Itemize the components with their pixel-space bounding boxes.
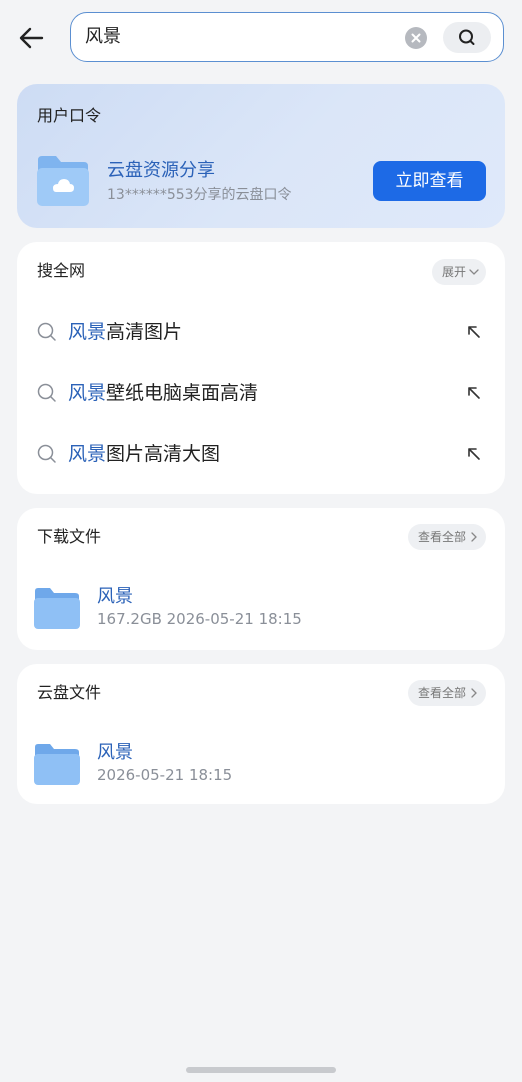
search-icon: [37, 383, 56, 402]
search-button[interactable]: [443, 22, 491, 53]
view-all-label: 查看全部: [417, 530, 466, 544]
file-meta: 167.2GB 2026-05-21 18:15: [97, 610, 302, 628]
cloud-folder-icon: [35, 154, 91, 212]
suggestion-rest: 高清图片: [106, 321, 183, 343]
search-query-text[interactable]: 风景: [85, 25, 121, 49]
file-meta: 2026-05-21 18:15: [97, 766, 233, 784]
suggestion-text: 风景高清图片: [68, 320, 182, 344]
file-name: 风景: [97, 586, 133, 607]
search-input[interactable]: 风景: [70, 12, 504, 62]
expand-button[interactable]: 展开: [431, 259, 486, 285]
chevron-right-icon: [471, 688, 477, 698]
expand-label: 展开: [441, 265, 466, 279]
file-row[interactable]: 风景 167.2GB 2026-05-21 18:15: [17, 578, 505, 650]
file-row[interactable]: 风景 2026-05-21 18:15: [17, 734, 505, 806]
download-files-card: 下载文件 查看全部 风景 167.2GB 2026-05-21 18:15: [17, 508, 505, 650]
chevron-down-icon: [469, 269, 479, 275]
suggestion-highlight: 风景: [68, 443, 107, 465]
share-code-card[interactable]: 用户口令 云盘资源分享 13******553分享的云盘口令 立即查看: [17, 84, 505, 228]
web-search-card: 搜全网 展开 风景高清图片 风景壁纸电脑桌面高清 风景图片高清大图: [17, 242, 505, 494]
search-icon: [37, 322, 56, 341]
share-card-title: 用户口令: [37, 106, 102, 125]
arrow-up-left-icon[interactable]: [466, 385, 482, 401]
search-icon: [459, 29, 475, 45]
cloud-files-title: 云盘文件: [37, 683, 102, 702]
chevron-right-icon: [471, 532, 477, 542]
suggestion-rest: 壁纸电脑桌面高清: [106, 382, 259, 404]
suggestion-item[interactable]: 风景图片高清大图: [17, 426, 505, 482]
arrow-up-left-icon[interactable]: [466, 446, 482, 462]
home-indicator[interactable]: [186, 1067, 336, 1073]
suggestion-text: 风景壁纸电脑桌面高清: [68, 381, 258, 405]
suggestion-highlight: 风景: [68, 321, 107, 343]
web-search-title: 搜全网: [37, 261, 86, 280]
search-icon: [37, 444, 56, 463]
arrow-up-left-icon[interactable]: [466, 324, 482, 340]
cloud-files-card: 云盘文件 查看全部 风景 2026-05-21 18:15: [17, 664, 505, 804]
suggestion-text: 风景图片高清大图: [68, 442, 220, 466]
folder-icon: [34, 588, 80, 629]
file-name: 风景: [97, 742, 133, 763]
suggestion-item[interactable]: 风景高清图片: [17, 304, 505, 360]
share-subtitle: 13******553分享的云盘口令: [107, 187, 292, 203]
top-bar: 风景: [0, 0, 522, 76]
folder-icon: [34, 744, 80, 785]
clear-icon[interactable]: [405, 27, 427, 49]
share-resource-name: 云盘资源分享: [107, 160, 215, 181]
view-all-label: 查看全部: [417, 686, 466, 700]
view-now-button[interactable]: 立即查看: [373, 161, 486, 201]
back-arrow-icon[interactable]: [14, 20, 50, 56]
download-files-title: 下载文件: [37, 527, 102, 546]
view-all-button[interactable]: 查看全部: [407, 524, 486, 550]
suggestion-highlight: 风景: [68, 382, 107, 404]
suggestion-item[interactable]: 风景壁纸电脑桌面高清: [17, 365, 505, 421]
view-all-button[interactable]: 查看全部: [407, 680, 486, 706]
suggestion-rest: 图片高清大图: [106, 443, 221, 465]
